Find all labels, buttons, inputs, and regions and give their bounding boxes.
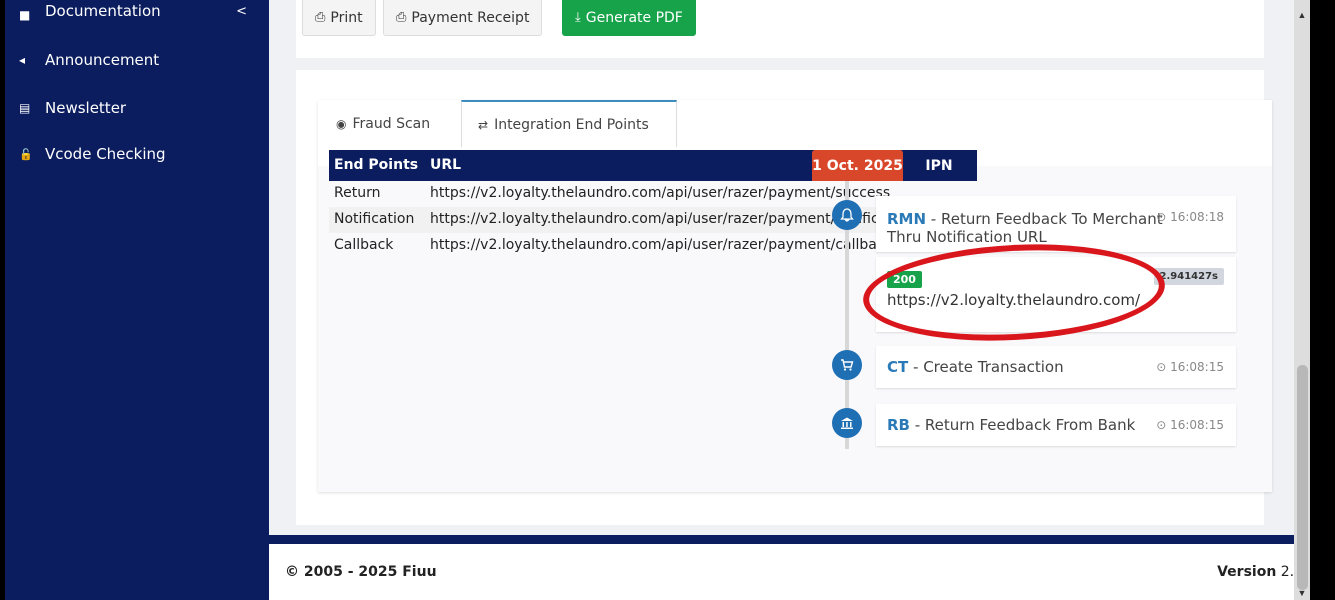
event-title: CT - Create Transaction	[887, 358, 1064, 376]
endpoint-name: Notification	[334, 211, 415, 227]
event-title: RB - Return Feedback From Bank	[887, 416, 1135, 434]
event-time-value: 16:08:15	[1170, 418, 1224, 432]
event-code: RB	[887, 416, 910, 434]
unlock-icon: 🔓	[19, 147, 33, 161]
sidebar-item-label: Documentation	[45, 2, 161, 20]
event-time: ⊙ 16:08:18	[1156, 210, 1224, 224]
payment-receipt-label: Payment Receipt	[411, 9, 530, 26]
clock-icon: ⊙	[1156, 210, 1167, 224]
footer-version: Version 2.0	[1217, 564, 1303, 580]
bell-icon	[832, 200, 862, 230]
sidebar-item-label: Newsletter	[45, 99, 127, 117]
event-code: CT	[887, 358, 909, 376]
print-icon: ⎙	[396, 10, 407, 25]
endpoint-url: https://v2.loyalty.thelaundro.com/api/us…	[430, 237, 877, 253]
event-title: RMN - Return Feedback To Merchant Thru N…	[887, 210, 1163, 246]
newspaper-icon: ▤	[19, 101, 31, 115]
eye-icon: ◉	[336, 116, 347, 131]
footer-divider	[269, 535, 1294, 544]
print-label: Print	[330, 9, 363, 26]
scroll-up-arrow-icon[interactable]: ▲	[1296, 10, 1308, 20]
generate-pdf-button[interactable]: ⤓ Generate PDF	[562, 0, 696, 36]
tab-label: Fraud Scan	[352, 115, 431, 132]
event-time-value: 16:08:15	[1170, 360, 1224, 374]
file-icon: ■	[19, 8, 31, 22]
timeline-event-ct: CT - Create Transaction ⊙ 16:08:15	[876, 346, 1236, 388]
event-title-text: - Return Feedback To Merchant	[926, 210, 1163, 228]
bullhorn-icon: ◂	[19, 53, 26, 67]
toolbar-card: ⎙ Print ⎙ Payment Receipt ⤓ Generate PDF	[296, 0, 1264, 58]
scrollbar-thumb[interactable]	[1297, 365, 1308, 590]
endpoint-name: Callback	[334, 237, 394, 253]
scroll-down-arrow-icon[interactable]: ▼	[1296, 588, 1308, 598]
table-row: Callback https://v2.loyalty.thelaundro.c…	[329, 233, 877, 259]
table-row: Notification https://v2.loyalty.thelaund…	[329, 207, 877, 233]
event-time: ⊙ 16:08:15	[1156, 360, 1224, 374]
window-edge	[1310, 0, 1335, 600]
timeline-date-badge: 1 Oct. 2025	[812, 150, 903, 181]
timeline-event-rmn: RMN - Return Feedback To Merchant Thru N…	[876, 196, 1236, 252]
print-button[interactable]: ⎙ Print	[302, 0, 376, 36]
cart-icon	[832, 350, 862, 380]
event-title-text: - Create Transaction	[908, 358, 1064, 376]
table-row: Return https://v2.loyalty.thelaundro.com…	[329, 181, 959, 207]
tab-fraud-scan[interactable]: ◉ Fraud Scan	[320, 100, 446, 147]
footer: © 2005 - 2025 Fiuu Version 2.0	[269, 544, 1303, 600]
exchange-icon: ⇄	[478, 117, 489, 132]
download-icon: ⤓	[575, 10, 581, 25]
event-code: RMN	[887, 210, 927, 228]
event-title-line2: Thru Notification URL	[887, 228, 1047, 246]
clock-icon: ⊙	[1156, 360, 1167, 374]
tab-label: Integration End Points	[494, 116, 649, 133]
footer-copyright: © 2005 - 2025 Fiuu	[285, 564, 437, 580]
event-time: ⊙ 16:08:15	[1156, 418, 1224, 432]
timeline-event-rb: RB - Return Feedback From Bank ⊙ 16:08:1…	[876, 404, 1236, 446]
sidebar-item-documentation[interactable]: ■ Documentation <	[5, 0, 269, 30]
version-label: Version	[1217, 564, 1277, 580]
endpoint-name: Return	[334, 185, 381, 201]
payment-receipt-button[interactable]: ⎙ Payment Receipt	[383, 0, 543, 36]
event-title-text: - Return Feedback From Bank	[909, 416, 1136, 434]
generate-pdf-label: Generate PDF	[585, 9, 683, 26]
sidebar-item-newsletter[interactable]: ▤ Newsletter	[5, 93, 269, 123]
sidebar-item-announcement[interactable]: ◂ Announcement	[5, 45, 269, 75]
sidebar: ■ Documentation < ◂ Announcement ▤ Newsl…	[5, 0, 269, 600]
endpoint-url: https://v2.loyalty.thelaundro.com/api/us…	[430, 211, 877, 227]
header-ipn: IPN	[903, 150, 975, 181]
header-end-points: End Points	[334, 157, 419, 173]
event-time-value: 16:08:18	[1170, 210, 1224, 224]
sidebar-item-label: Vcode Checking	[45, 145, 166, 163]
endpoint-url: https://v2.loyalty.thelaundro.com/api/us…	[430, 185, 891, 201]
sidebar-item-vcode-checking[interactable]: 🔓 Vcode Checking	[5, 139, 269, 169]
clock-icon: ⊙	[1156, 418, 1167, 432]
header-url: URL	[430, 157, 462, 173]
print-icon: ⎙	[315, 10, 326, 25]
chevron-left-icon[interactable]: <	[236, 4, 247, 19]
sidebar-item-label: Announcement	[45, 51, 160, 69]
tab-integration-end-points[interactable]: ⇄ Integration End Points	[461, 100, 677, 147]
bank-icon	[832, 408, 862, 438]
